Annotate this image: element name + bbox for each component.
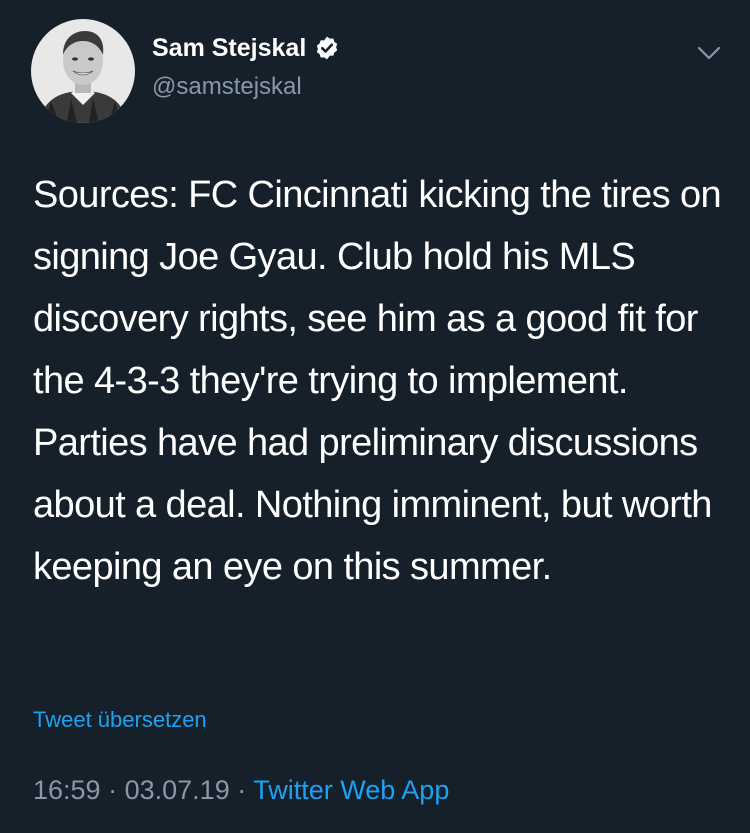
author-display-name[interactable]: Sam Stejskal xyxy=(152,33,306,63)
avatar[interactable] xyxy=(31,19,135,123)
translate-tweet-link[interactable]: Tweet übersetzen xyxy=(33,705,207,735)
author-name-row: Sam Stejskal xyxy=(152,33,340,63)
meta-separator: · xyxy=(108,775,125,805)
tweet-time: 16:59 xyxy=(33,775,101,805)
chevron-down-icon xyxy=(697,46,721,60)
more-options-button[interactable] xyxy=(694,38,724,68)
meta-separator: · xyxy=(237,775,253,805)
verified-badge-icon xyxy=(317,36,338,60)
tweet-source-link[interactable]: Twitter Web App xyxy=(253,775,449,805)
tweet-date: 03.07.19 xyxy=(124,775,230,805)
tweet-meta: 16:59 · 03.07.19 · Twitter Web App xyxy=(33,772,449,808)
tweet-card: Sam Stejskal @samstejskal Sources: FC Ci… xyxy=(0,0,750,833)
tweet-text: Sources: FC Cincinnati kicking the tires… xyxy=(33,174,722,588)
avatar-image xyxy=(31,19,135,123)
author-handle[interactable]: @samstejskal xyxy=(152,72,302,102)
meta-separator-dot: · xyxy=(108,775,118,805)
meta-separator-dot: · xyxy=(237,775,247,805)
